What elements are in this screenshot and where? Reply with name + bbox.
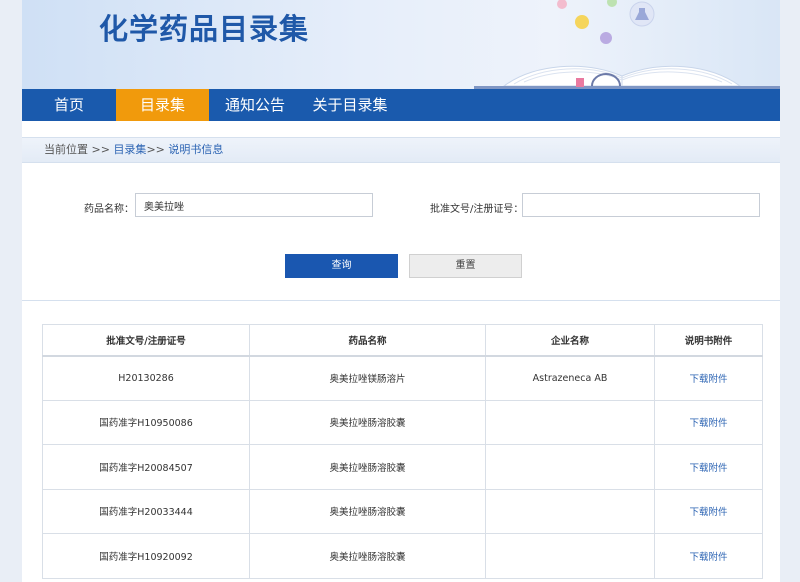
table-row: 国药准字H10920092 奥美拉唑肠溶胶囊 下载附件	[42, 533, 763, 579]
cell-company-name	[485, 488, 655, 534]
cell-approval-number: 国药准字H10920092	[42, 533, 250, 579]
site-title: 化学药品目录集	[99, 12, 310, 46]
nav-item-catalog[interactable]: 目录集	[116, 89, 209, 121]
approval-number-label: 批准文号/注册证号：	[430, 204, 524, 215]
page-side-right	[780, 0, 800, 582]
nav-item-about[interactable]: 关于目录集	[307, 89, 393, 121]
bubble-icon	[607, 0, 617, 7]
cell-company-name	[485, 533, 655, 579]
cell-approval-number: 国药准字H20084507	[42, 444, 250, 490]
page-side-left	[0, 0, 22, 582]
cell-drug-name: 奥美拉唑镁肠溶片	[249, 355, 486, 401]
search-panel: 药品名称： 批准文号/注册证号： 查询 重置	[22, 163, 780, 301]
bubble-icon	[557, 0, 567, 9]
cell-approval-number: 国药准字H20033444	[42, 488, 250, 534]
open-book-illustration	[474, 0, 780, 89]
page-container: 化学药品目录集 首页 目录集 通知公告 关于目录集 当前位置 >> 目录集>> …	[22, 0, 780, 582]
cell-company-name	[485, 444, 655, 490]
breadcrumb: 当前位置 >> 目录集>> 说明书信息	[22, 137, 780, 163]
cell-company-name	[485, 399, 655, 445]
table-header-row: 批准文号/注册证号 药品名称 企业名称 说明书附件	[42, 324, 763, 357]
cell-drug-name: 奥美拉唑肠溶胶囊	[249, 488, 486, 534]
cell-attachment: 下载附件	[654, 488, 763, 534]
approval-number-input[interactable]	[522, 193, 760, 217]
header-drug-name: 药品名称	[249, 324, 486, 357]
download-attachment-link[interactable]: 下载附件	[689, 507, 727, 518]
table-row: 国药准字H20084507 奥美拉唑肠溶胶囊 下载附件	[42, 444, 763, 490]
query-button[interactable]: 查询	[285, 254, 398, 278]
reset-button[interactable]: 重置	[409, 254, 522, 278]
cell-company-name: Astrazeneca AB	[485, 355, 655, 401]
bubble-icon	[575, 15, 589, 29]
header-attachment: 说明书附件	[654, 324, 763, 357]
results-table: 批准文号/注册证号 药品名称 企业名称 说明书附件 H20130286 奥美拉唑…	[42, 324, 763, 579]
main-nav: 首页 目录集 通知公告 关于目录集	[22, 89, 780, 121]
breadcrumb-current[interactable]: 说明书信息	[168, 143, 223, 156]
cell-approval-number: 国药准字H10950086	[42, 399, 250, 445]
bookmark-icon	[576, 78, 584, 87]
table-row: 国药准字H20033444 奥美拉唑肠溶胶囊 下载附件	[42, 488, 763, 534]
table-row: H20130286 奥美拉唑镁肠溶片 Astrazeneca AB 下载附件	[42, 355, 763, 401]
download-attachment-link[interactable]: 下载附件	[689, 463, 727, 474]
cell-attachment: 下载附件	[654, 533, 763, 579]
header-banner: 化学药品目录集	[22, 0, 780, 89]
header-approval-number: 批准文号/注册证号	[42, 324, 250, 357]
drug-name-label: 药品名称：	[84, 204, 134, 215]
breadcrumb-separator: >>	[146, 143, 169, 156]
cell-attachment: 下载附件	[654, 444, 763, 490]
cell-attachment: 下载附件	[654, 399, 763, 445]
cell-drug-name: 奥美拉唑肠溶胶囊	[249, 533, 486, 579]
download-attachment-link[interactable]: 下载附件	[689, 552, 727, 563]
breadcrumb-prefix: 当前位置 >>	[44, 143, 114, 156]
table-row: 国药准字H10950086 奥美拉唑肠溶胶囊 下载附件	[42, 399, 763, 445]
nav-item-home[interactable]: 首页	[22, 89, 116, 121]
cell-drug-name: 奥美拉唑肠溶胶囊	[249, 444, 486, 490]
cell-attachment: 下载附件	[654, 355, 763, 401]
header-company-name: 企业名称	[485, 324, 655, 357]
download-attachment-link[interactable]: 下载附件	[689, 374, 727, 385]
bubble-icon	[600, 32, 612, 44]
cell-approval-number: H20130286	[42, 355, 250, 401]
breadcrumb-catalog-link[interactable]: 目录集	[113, 143, 146, 156]
cell-drug-name: 奥美拉唑肠溶胶囊	[249, 399, 486, 445]
download-attachment-link[interactable]: 下载附件	[689, 418, 727, 429]
drug-name-input[interactable]	[135, 193, 373, 217]
nav-item-notices[interactable]: 通知公告	[219, 89, 291, 121]
